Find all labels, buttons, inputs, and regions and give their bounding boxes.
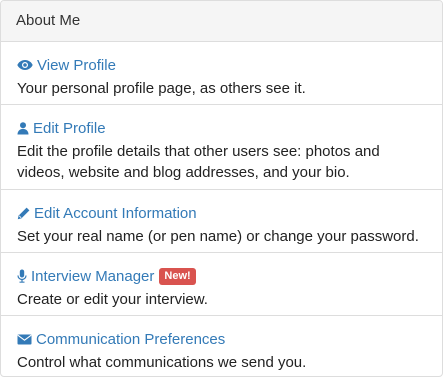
new-badge: New! [159,267,196,285]
title-row: Edit Account Information [17,204,442,222]
title-row: Interview Manager New! [17,267,442,285]
interview-manager-label: Interview Manager [31,267,155,285]
edit-profile-link[interactable]: Edit Profile [17,120,106,137]
list-item-edit-account: Edit Account Information Set your real n… [1,190,442,253]
microphone-icon [17,269,27,283]
panel-heading: About Me [1,1,442,42]
edit-account-description: Set your real name (or pen name) or chan… [17,228,419,245]
title-row: Edit Profile [17,119,442,137]
edit-profile-label: Edit Profile [33,119,106,137]
communication-preferences-label: Communication Preferences [36,330,226,348]
interview-manager-description: Create or edit your interview. [17,291,208,308]
view-profile-label: View Profile [37,56,116,74]
envelope-icon [17,334,32,345]
list-item-communication-preferences: Communication Preferences Control what c… [1,316,442,376]
user-icon [17,121,29,135]
about-me-panel: About Me View Profile Your personal prof… [0,0,443,377]
view-profile-link[interactable]: View Profile [17,57,116,74]
title-row: View Profile [17,56,442,74]
list-item-interview-manager: Interview Manager New! Create or edit yo… [1,253,442,316]
pencil-icon [17,207,30,220]
eye-icon [17,59,33,71]
edit-account-link[interactable]: Edit Account Information [17,205,197,222]
communication-preferences-link[interactable]: Communication Preferences [17,331,225,348]
list-item-view-profile: View Profile Your personal profile page,… [1,42,442,105]
list-item-edit-profile: Edit Profile Edit the profile details th… [1,105,442,190]
communication-preferences-description: Control what communications we send you. [17,354,307,371]
view-profile-description: Your personal profile page, as others se… [17,80,306,97]
title-row: Communication Preferences [17,330,442,348]
edit-account-label: Edit Account Information [34,204,197,222]
edit-profile-description: Edit the profile details that other user… [17,143,380,181]
interview-manager-link[interactable]: Interview Manager [17,268,154,285]
